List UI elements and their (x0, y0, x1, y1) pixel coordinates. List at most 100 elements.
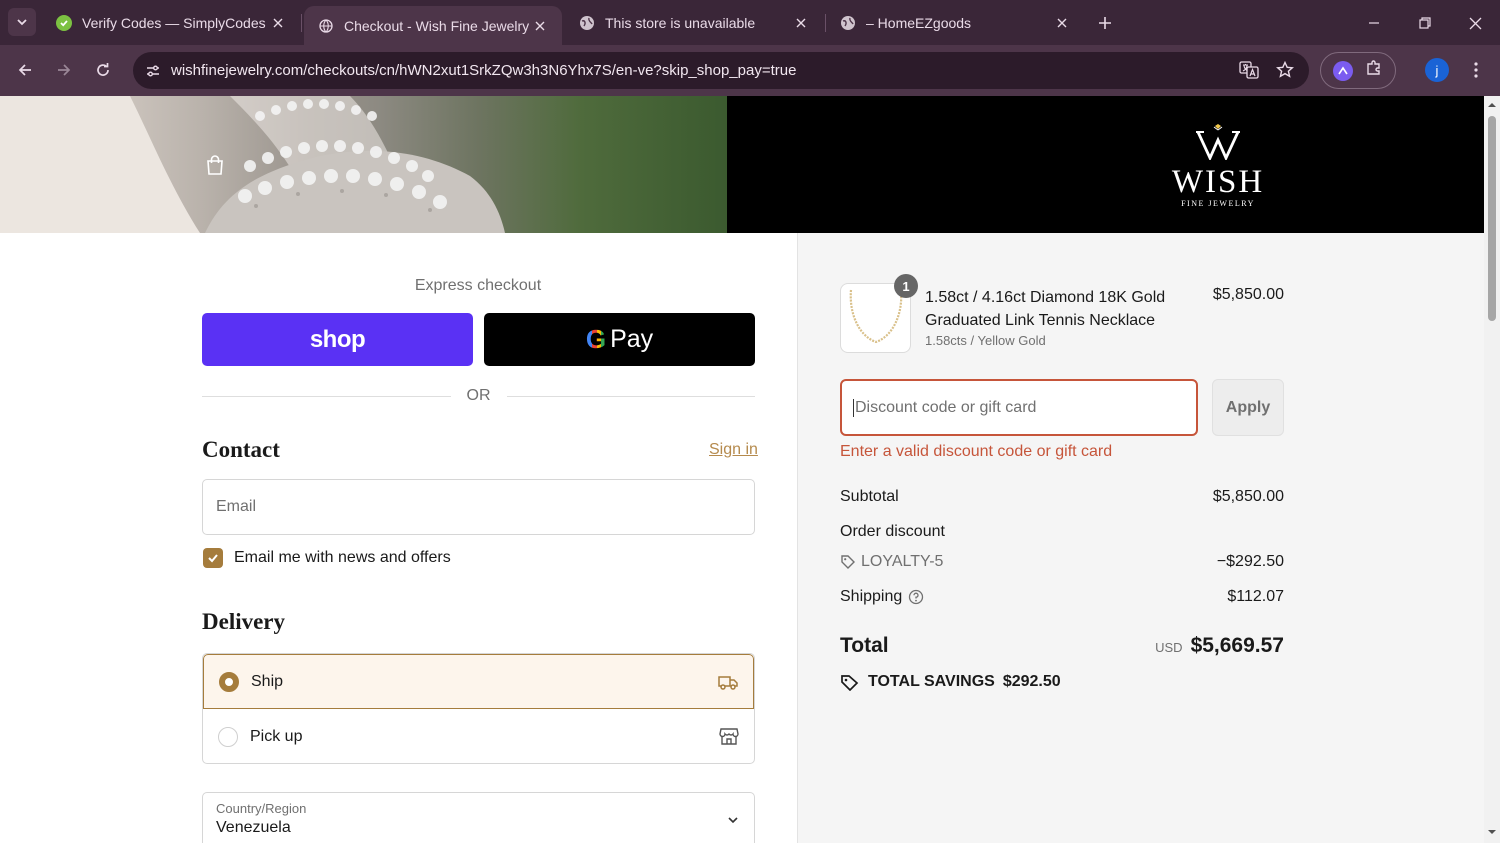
close-tab-icon[interactable] (1054, 15, 1070, 31)
close-icon (1469, 17, 1481, 29)
plus-icon (1099, 17, 1111, 29)
banner-logo-area (727, 96, 1484, 233)
total-currency: USD (1155, 640, 1183, 655)
divider-line (202, 395, 451, 397)
discount-code-tag: LOYALTY-5 (840, 553, 943, 571)
translate-icon[interactable] (1237, 58, 1261, 82)
country-region-value: Venezuela (216, 819, 291, 836)
quantity-badge: 1 (894, 274, 918, 298)
banner-image (0, 96, 727, 233)
discount-error-message: Enter a valid discount code or gift card (840, 443, 1113, 460)
store-icon (719, 728, 739, 745)
bookmark-star-icon[interactable] (1273, 58, 1297, 82)
arrow-right-icon (58, 64, 71, 76)
browser-toolbar: wishfinejewelry.com/checkouts/cn/hWN2xut… (0, 45, 1500, 96)
discount-value: −$292.50 (1216, 553, 1284, 570)
or-divider: OR (202, 385, 755, 407)
minimize-icon (1369, 22, 1379, 24)
restore-icon (1419, 17, 1431, 29)
globe-icon (840, 15, 856, 31)
shop-pay-button[interactable]: shop (202, 313, 473, 366)
or-text: OR (466, 387, 491, 404)
divider-line (506, 395, 755, 397)
wish-logo[interactable]: WISH FINE JEWELRY (1160, 124, 1276, 208)
checkmark-icon (208, 554, 218, 563)
extensions-area (1320, 52, 1396, 89)
ship-radio[interactable] (219, 671, 239, 692)
subtotal-value: $5,850.00 (1212, 488, 1284, 505)
checkout-page: WISH FINE JEWELRY Express checkout shop … (0, 96, 1484, 843)
scrollbar-thumb[interactable] (1488, 116, 1496, 321)
newsletter-checkbox[interactable] (203, 548, 223, 568)
new-tab-button[interactable] (1093, 11, 1117, 35)
pickup-label: Pick up (250, 727, 303, 745)
close-tab-icon[interactable] (793, 15, 809, 31)
scroll-up-icon[interactable] (1488, 101, 1496, 109)
close-window-button[interactable] (1463, 12, 1487, 34)
tab-title: – HomeEZgoods (866, 15, 972, 31)
delivery-method-group: Ship Pick up (202, 653, 755, 764)
url-text: wishfinejewelry.com/checkouts/cn/hWN2xut… (171, 62, 797, 79)
minimize-button[interactable] (1362, 12, 1386, 34)
delivery-truck-icon (718, 676, 738, 690)
close-tab-icon[interactable] (532, 18, 548, 34)
shopping-bag-icon[interactable] (204, 154, 226, 176)
close-tab-icon[interactable] (270, 15, 286, 31)
tab-search-button[interactable] (8, 8, 36, 36)
discount-placeholder: Discount code or gift card (853, 399, 1037, 417)
puzzle-icon[interactable] (1365, 59, 1383, 82)
delivery-heading: Delivery (202, 609, 286, 634)
order-discount-label: Order discount (840, 523, 945, 540)
simplycodes-favicon-icon (56, 15, 72, 31)
restore-button[interactable] (1413, 12, 1437, 34)
tab-checkout[interactable]: Checkout - Wish Fine Jewelry (304, 6, 562, 45)
address-bar[interactable]: wishfinejewelry.com/checkouts/cn/hWN2xut… (133, 52, 1309, 89)
google-g-icon: G (585, 324, 607, 354)
back-button[interactable] (12, 57, 38, 83)
email-field[interactable]: Email (202, 479, 755, 535)
page-scrollbar[interactable] (1484, 96, 1500, 843)
newsletter-option[interactable]: Email me with news and offers (203, 548, 451, 568)
country-region-select[interactable]: Country/Region Venezuela (202, 792, 755, 843)
help-circle-icon[interactable] (908, 589, 924, 605)
total-amount: USD $5,669.57 (1155, 634, 1284, 658)
newsletter-label: Email me with news and offers (234, 549, 451, 566)
email-placeholder: Email (216, 498, 257, 515)
delivery-option-ship[interactable]: Ship (203, 654, 754, 709)
tab-separator (301, 14, 302, 32)
google-pay-button[interactable]: G Pay (484, 313, 755, 366)
tab-title: Checkout - Wish Fine Jewelry (344, 17, 530, 34)
reload-button[interactable] (90, 57, 116, 83)
tab-strip: Verify Codes — SimplyCodes Checkout - Wi… (0, 0, 1500, 45)
more-menu-icon[interactable] (1465, 58, 1487, 82)
chevron-down-icon (17, 19, 27, 26)
extension-icon[interactable] (1333, 60, 1353, 81)
tab-simplycodes[interactable]: Verify Codes — SimplyCodes (42, 6, 300, 40)
checkout-form: Express checkout shop G Pay OR Contact S… (0, 233, 797, 843)
country-region-label: Country/Region (216, 801, 307, 816)
brand-name: WISH (1171, 164, 1265, 200)
product-variant: 1.58cts / Yellow Gold (925, 333, 1046, 348)
total-label: Total (840, 634, 889, 657)
pickup-radio[interactable] (218, 726, 238, 747)
tab-homeezgoods[interactable]: – HomeEZgoods (826, 6, 1084, 40)
tag-icon (841, 555, 855, 569)
delivery-option-pickup[interactable]: Pick up (203, 709, 754, 763)
discount-code-field[interactable]: Discount code or gift card (840, 379, 1198, 436)
chevron-down-icon (728, 817, 738, 824)
shipping-row: Shipping (840, 588, 924, 606)
tab-title: Verify Codes — SimplyCodes (82, 15, 266, 31)
sign-in-link[interactable]: Sign in (709, 441, 758, 459)
product-price: $5,850.00 (1212, 286, 1284, 303)
scroll-down-icon[interactable] (1488, 828, 1496, 836)
forward-button[interactable] (51, 57, 77, 83)
express-checkout-label: Express checkout (414, 277, 542, 294)
header-banner: WISH FINE JEWELRY (0, 96, 1484, 233)
site-info-icon[interactable] (135, 53, 171, 89)
apply-discount-button[interactable]: Apply (1212, 379, 1284, 436)
arrow-left-icon (18, 64, 31, 76)
tab-store-unavailable[interactable]: This store is unavailable (565, 6, 823, 40)
tag-icon (841, 675, 859, 691)
google-pay-label: Pay (610, 325, 654, 353)
profile-avatar[interactable]: j (1425, 58, 1449, 82)
